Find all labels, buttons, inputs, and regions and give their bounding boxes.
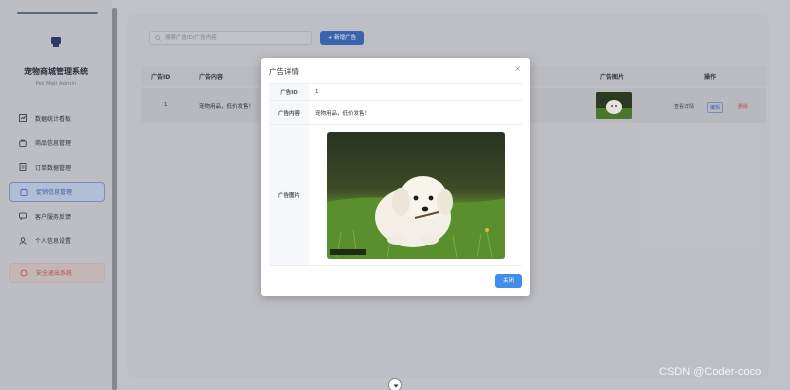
close-button[interactable]: 关闭: [495, 274, 522, 288]
scroll-down-icon[interactable]: [388, 378, 402, 390]
detail-row-id: 广告ID 1: [269, 84, 522, 101]
ad-detail-dialog: 广告详情 × 广告ID 1 广告内容 宠物用品，低价发售！ 广告图片: [261, 58, 530, 296]
dialog-title: 广告详情: [269, 67, 299, 76]
detail-value: 宠物用品，低价发售！: [315, 110, 371, 117]
detail-label: 广告图片: [269, 125, 309, 265]
detail-label: 广告内容: [269, 101, 309, 124]
detail-row-content: 广告内容 宠物用品，低价发售！: [269, 101, 522, 125]
chevron-down-icon: [393, 384, 399, 388]
detail-table: 广告ID 1 广告内容 宠物用品，低价发售！ 广告图片: [269, 83, 522, 266]
watermark: CSDN @Coder-coco: [659, 366, 762, 378]
close-icon[interactable]: ×: [514, 64, 521, 73]
ad-image[interactable]: [327, 132, 505, 259]
detail-value: 1: [315, 89, 319, 95]
ad-image-container: [309, 125, 505, 265]
detail-label: 广告ID: [269, 84, 309, 100]
detail-row-image: 广告图片: [269, 125, 522, 266]
